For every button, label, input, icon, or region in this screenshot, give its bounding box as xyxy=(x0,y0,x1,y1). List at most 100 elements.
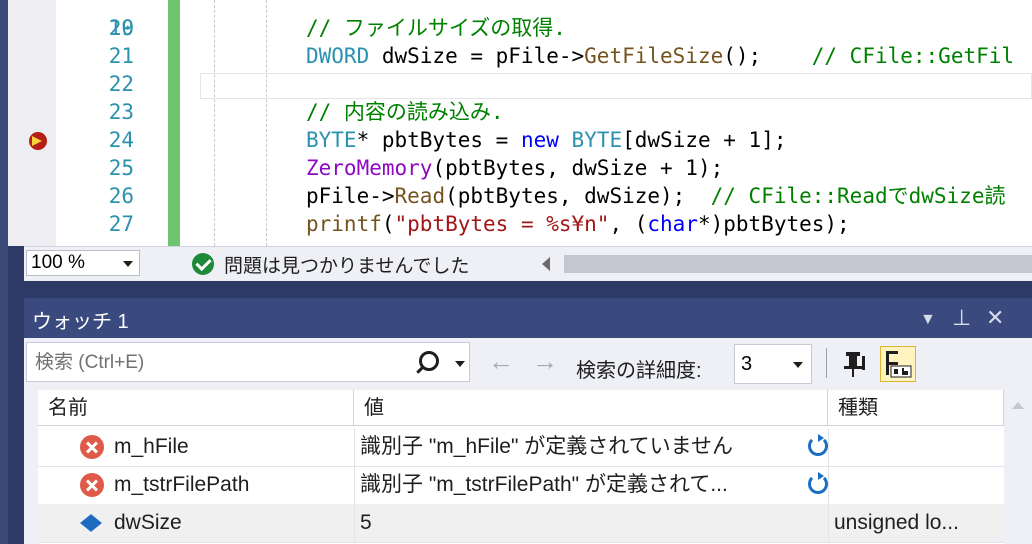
code-token: BYTE xyxy=(571,128,623,152)
code-token: // CFile::ReadでdwSize読 xyxy=(710,184,1006,208)
code-token: BYTE xyxy=(306,128,357,152)
code-token: * pbtBytes = xyxy=(356,128,521,152)
code-token: "pbtBytes = %s¥n" xyxy=(394,212,610,236)
instruction-pointer-arrow-icon xyxy=(32,136,42,146)
watch-name-cell[interactable]: m_tstrFilePath xyxy=(114,466,352,504)
code-token: (); xyxy=(723,44,812,68)
line-number: 21 xyxy=(108,44,134,68)
line-number: 25 xyxy=(108,156,134,180)
filter-pin-button[interactable] xyxy=(838,346,874,382)
code-token: ZeroMemory xyxy=(306,156,433,180)
line-number: 23 xyxy=(108,100,134,124)
code-token: GetFileSize xyxy=(584,44,724,68)
code-token: , ( xyxy=(609,212,648,236)
editor-status-bar: 100 % 問題は見つかりませんでした xyxy=(24,246,1032,281)
column-header-type[interactable]: 種類 xyxy=(828,390,1004,426)
code-token: *)pbtBytes); xyxy=(697,212,850,236)
watch-row[interactable]: m_hFile 識別子 "m_hFile" が定義されていません xyxy=(38,428,1004,467)
window-menu-dropdown-icon[interactable]: ▼ xyxy=(920,308,936,332)
search-previous-arrow-icon[interactable]: ← xyxy=(488,346,514,377)
code-text[interactable]: ZeroMemory(pbtBytes, dwSize + 1); xyxy=(306,154,723,182)
watch-name-cell[interactable]: dwSize xyxy=(114,504,352,542)
column-divider xyxy=(828,428,829,466)
watch-name-cell[interactable]: m_hFile xyxy=(114,428,352,466)
zoom-dropdown[interactable]: 100 % xyxy=(26,250,140,276)
close-icon[interactable]: ✕ xyxy=(986,306,1004,330)
code-token: pFile-> xyxy=(306,184,395,208)
variable-icon xyxy=(80,514,102,532)
code-editor[interactable]: 19 20 // ファイルサイズの取得. 21 DWORD dwSize = pFil… xyxy=(8,0,1032,246)
watch-row-selected[interactable]: dwSize 5 unsigned lo... xyxy=(38,504,1004,543)
code-token: [dwSize + 1]; xyxy=(622,128,787,152)
watch-search-box[interactable] xyxy=(26,342,470,382)
search-depth-value: 3 xyxy=(741,353,753,375)
search-depth-dropdown[interactable]: 3 xyxy=(734,344,812,384)
code-token: // ファイルサイズの取得. xyxy=(306,16,566,40)
refresh-icon[interactable] xyxy=(808,434,828,456)
scroll-up-arrow-icon[interactable] xyxy=(1012,402,1024,409)
column-header-value[interactable]: 値 xyxy=(354,390,828,426)
code-line-partial: 19 xyxy=(8,0,1032,40)
column-divider xyxy=(354,428,355,466)
search-options-chevron-icon[interactable] xyxy=(455,361,465,367)
code-token: printf xyxy=(306,212,382,236)
line-number: 26 xyxy=(108,184,134,208)
code-text[interactable]: BYTE* pbtBytes = new BYTE[dwSize + 1]; xyxy=(306,126,787,154)
code-text[interactable]: // ファイルサイズの取得. xyxy=(306,14,566,42)
watch-row[interactable]: m_tstrFilePath 識別子 "m_tstrFilePath" が定義さ… xyxy=(38,466,1004,505)
toolbar-separator xyxy=(826,348,827,378)
column-divider xyxy=(828,504,829,542)
check-circle-icon xyxy=(192,253,214,275)
pin-icon[interactable]: ⊥ xyxy=(952,306,971,330)
watch-type-cell xyxy=(834,428,1002,466)
error-icon xyxy=(80,435,104,459)
hex-display-toggle-button[interactable] xyxy=(880,346,916,382)
line-number: 20 xyxy=(108,16,134,40)
code-line[interactable]: 22 xyxy=(8,70,1032,98)
code-token: (pbtBytes, dwSize + 1); xyxy=(432,156,724,180)
code-text[interactable]: pFile->Read(pbtBytes, dwSize); // CFile:… xyxy=(306,182,1005,210)
search-depth-label: 検索の詳細度: xyxy=(576,360,702,382)
search-next-arrow-icon[interactable]: → xyxy=(532,346,558,377)
watch-type-cell xyxy=(834,466,1002,504)
code-line[interactable]: 23 // 内容の読み込み. xyxy=(8,98,1032,126)
code-token: new xyxy=(520,128,559,152)
code-text[interactable]: printf("pbtBytes = %s¥n", (char*)pbtByte… xyxy=(306,210,850,238)
scroll-left-arrow-icon[interactable] xyxy=(542,257,550,271)
column-divider xyxy=(354,504,355,542)
code-line[interactable]: 24 BYTE* pbtBytes = new BYTE[dwSize + 1]; xyxy=(8,126,1032,154)
horizontal-scrollbar[interactable] xyxy=(564,255,1032,273)
code-line[interactable]: 20 // ファイルサイズの取得. xyxy=(8,14,1032,42)
watch-value-cell[interactable]: 識別子 "m_hFile" が定義されていません xyxy=(360,428,780,466)
line-number: 22 xyxy=(108,72,134,96)
issues-status-text[interactable]: 問題は見つかりませんでした xyxy=(224,251,469,278)
code-text[interactable]: // 内容の読み込み. xyxy=(306,98,504,126)
watch-value-cell[interactable]: 識別子 "m_tstrFilePath" が定義されて... xyxy=(360,466,780,504)
code-line[interactable]: 27 printf("pbtBytes = %s¥n", (char*)pbtBy… xyxy=(8,210,1032,238)
refresh-icon[interactable] xyxy=(808,472,828,494)
code-line[interactable]: 25 ZeroMemory(pbtBytes, dwSize + 1); xyxy=(8,154,1032,182)
zoom-value: 100 % xyxy=(31,252,85,273)
line-number: 24 xyxy=(108,128,134,152)
line-number: 27 xyxy=(108,212,134,236)
search-icon[interactable] xyxy=(419,351,439,371)
code-token: // CFile::GetFil xyxy=(811,44,1015,68)
watch-value-cell[interactable]: 5 xyxy=(360,504,780,542)
code-token: DWORD xyxy=(306,44,370,68)
breakpoint-current-statement-icon[interactable] xyxy=(29,132,47,150)
watch-window-body: ← → 検索の詳細度: 3 名前 値 種類 xyxy=(24,338,1032,544)
chevron-down-icon xyxy=(793,362,803,368)
watch-type-cell: unsigned lo... xyxy=(834,511,959,534)
code-token: (pbtBytes, dwSize); xyxy=(445,184,711,208)
code-token: char xyxy=(647,212,698,236)
watch-search-input[interactable] xyxy=(33,349,407,377)
code-token: dwSize = pFile-> xyxy=(369,44,585,68)
hex-display-icon xyxy=(886,351,912,378)
code-token: // 内容の読み込み. xyxy=(306,100,504,124)
column-header-name[interactable]: 名前 xyxy=(38,390,354,426)
code-text[interactable]: DWORD dwSize = pFile->GetFileSize(); // … xyxy=(306,42,1014,70)
code-line[interactable]: 21 DWORD dwSize = pFile->GetFileSize(); /… xyxy=(8,42,1032,70)
pin-filter-icon xyxy=(844,352,865,377)
vertical-scrollbar[interactable] xyxy=(1004,390,1032,544)
code-line[interactable]: 26 pFile->Read(pbtBytes, dwSize); // CFil… xyxy=(8,182,1032,210)
